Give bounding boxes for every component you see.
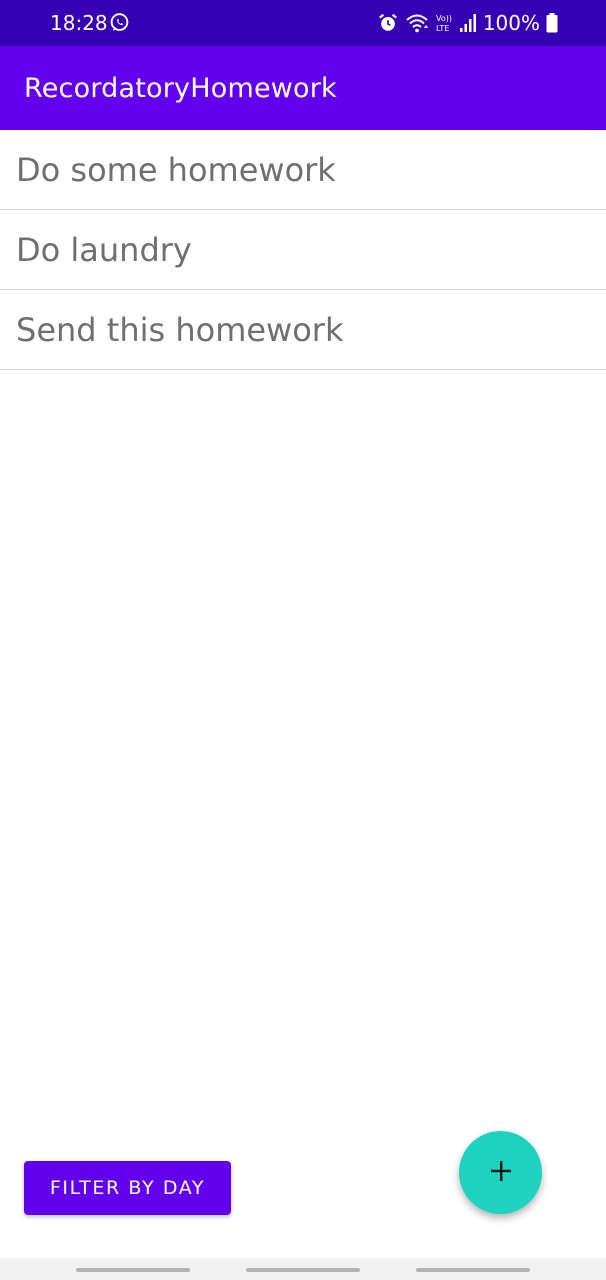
list-item[interactable]: Do laundry xyxy=(0,210,606,290)
app-bar: RecordatoryHomework xyxy=(0,46,606,130)
svg-text:Vo)): Vo)) xyxy=(436,14,452,23)
add-task-button[interactable] xyxy=(459,1131,542,1214)
battery-percent: 100% xyxy=(482,11,540,35)
task-list: Do some homework Do laundry Send this ho… xyxy=(0,130,606,370)
status-bar: 18:28 Vo)) LTE 100% xyxy=(0,0,606,46)
filter-by-day-button[interactable]: FILTER BY DAY xyxy=(24,1161,231,1215)
nav-home-handle[interactable] xyxy=(246,1268,360,1272)
app-title: RecordatoryHomework xyxy=(24,73,337,104)
list-item-label: Do some homework xyxy=(16,151,336,189)
status-icons: Vo)) LTE 100% xyxy=(377,10,558,36)
nav-recents-handle[interactable] xyxy=(76,1268,190,1272)
phone-screen: 18:28 Vo)) LTE 100% RecordatoryHomework … xyxy=(0,0,606,1280)
list-item-label: Do laundry xyxy=(16,231,192,269)
wifi-icon xyxy=(405,12,429,34)
plus-icon xyxy=(489,1159,513,1187)
list-item-label: Send this homework xyxy=(16,311,344,349)
list-item[interactable]: Send this homework xyxy=(0,290,606,370)
whatsapp-icon xyxy=(109,12,130,33)
alarm-icon xyxy=(377,12,399,34)
navigation-bar xyxy=(0,1258,606,1280)
status-time: 18:28 xyxy=(50,11,108,35)
volte-lte-icon: Vo)) LTE xyxy=(435,12,453,34)
battery-icon xyxy=(546,13,558,33)
list-item[interactable]: Do some homework xyxy=(0,130,606,210)
signal-icon xyxy=(459,13,477,33)
svg-text:LTE: LTE xyxy=(436,24,449,33)
nav-back-handle[interactable] xyxy=(416,1268,530,1272)
